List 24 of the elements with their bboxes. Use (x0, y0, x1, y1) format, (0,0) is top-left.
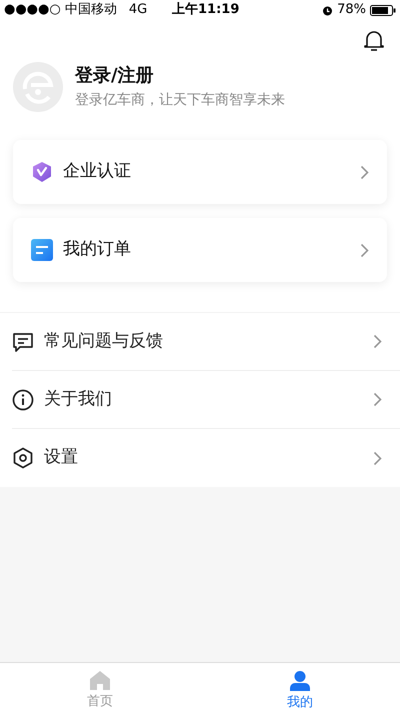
info-icon (12, 388, 34, 410)
chevron-right-icon (373, 334, 382, 349)
bell-icon[interactable] (364, 30, 384, 52)
document-icon (31, 239, 53, 261)
menu-card[interactable]: 企业认证 (13, 140, 387, 204)
battery-icon (370, 4, 396, 16)
badge-icon (31, 161, 53, 183)
alarm-icon (322, 4, 334, 16)
person-icon (290, 671, 310, 691)
clock-text: 上午11:19 (172, 1, 240, 20)
slogan-text: 登录亿车商，让天下车商智享未来 (75, 91, 285, 110)
battery-text: 78% (337, 1, 366, 20)
home-icon (90, 671, 110, 690)
chat-icon (12, 330, 34, 352)
network-text: 4G (128, 1, 148, 20)
menu-card[interactable]: 我的订单 (13, 218, 387, 282)
chevron-right-icon (373, 450, 382, 466)
carrier-text: ●●●●○ 中国移动 (4, 1, 117, 20)
chevron-right-icon (360, 164, 369, 180)
tab[interactable]: 我的 (200, 663, 400, 721)
login-register-title[interactable]: 登录/注册 (75, 63, 285, 89)
chevron-right-icon (373, 392, 382, 407)
chevron-right-icon (360, 242, 369, 258)
settings-icon (12, 447, 34, 469)
